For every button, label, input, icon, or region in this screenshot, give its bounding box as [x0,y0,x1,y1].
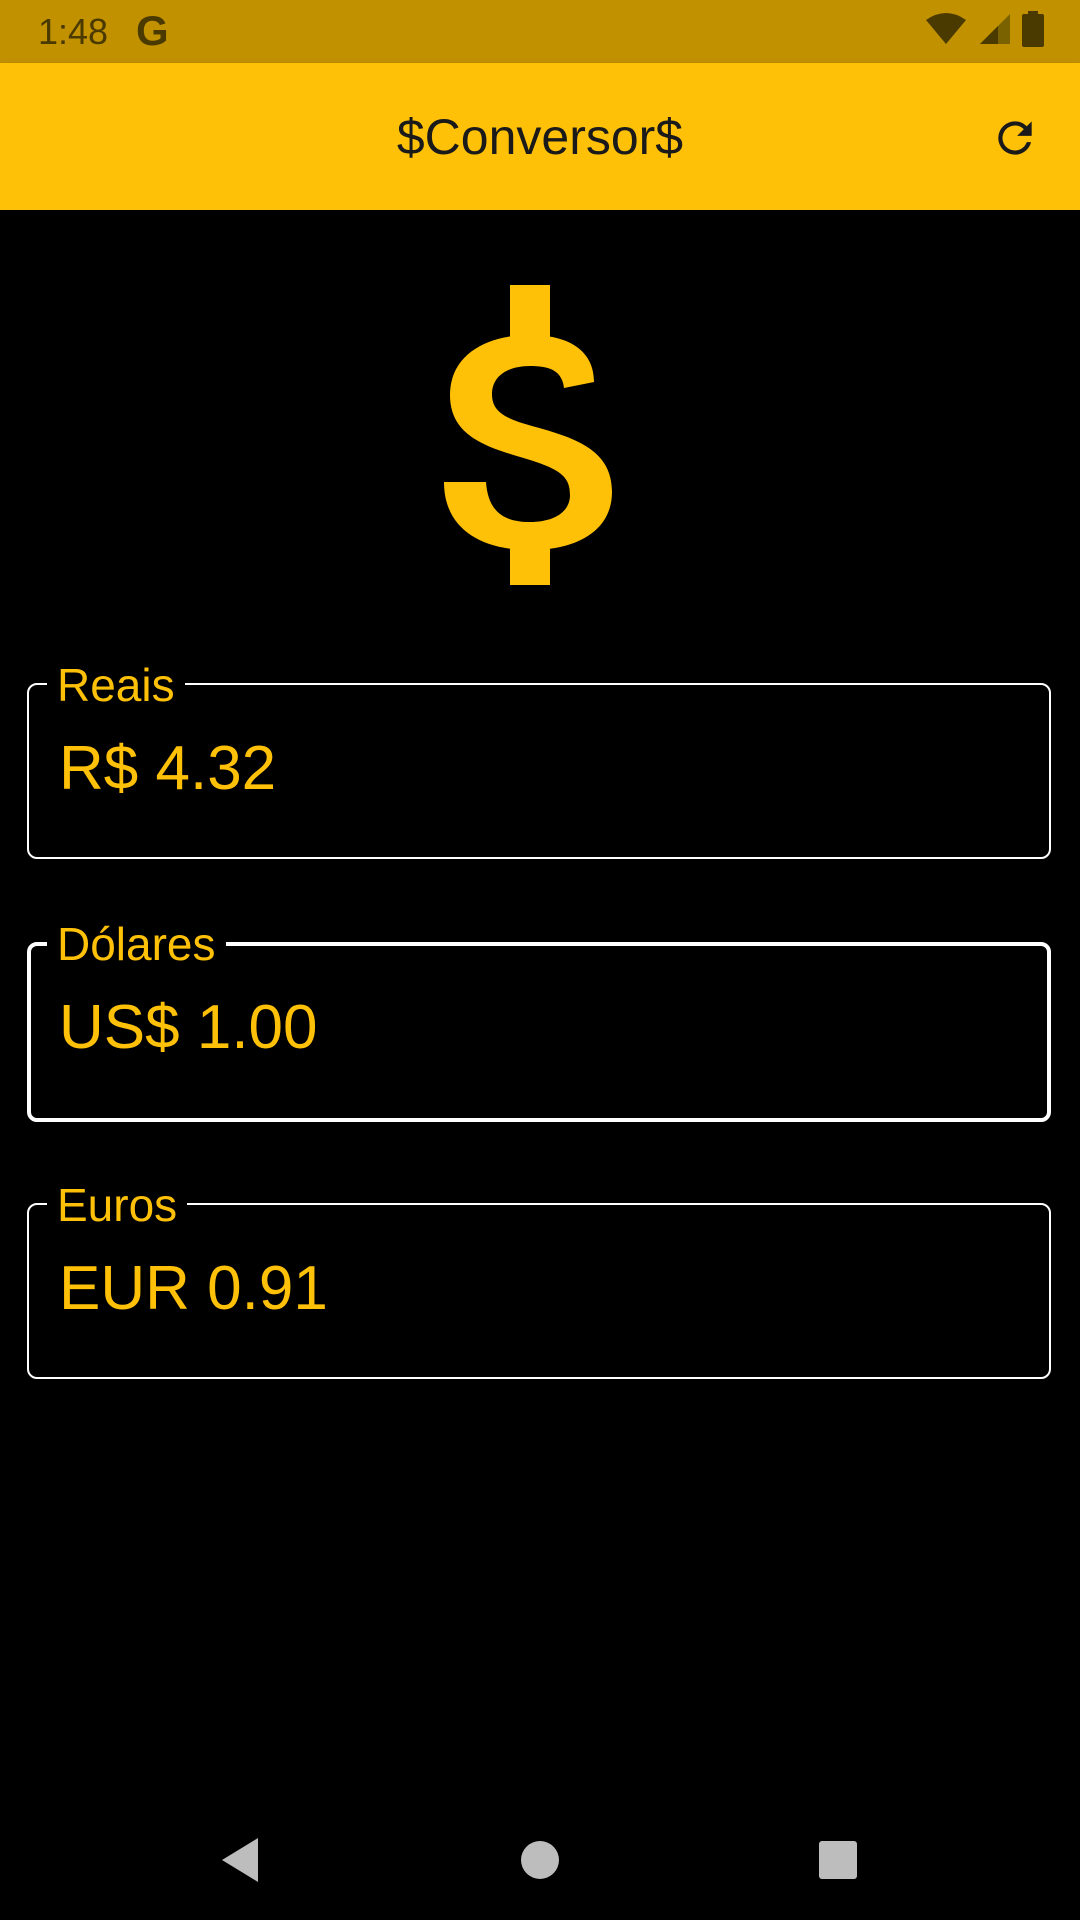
status-time: 1:48 [38,11,109,52]
home-button[interactable] [510,1830,570,1890]
navigation-bar [0,1800,1080,1920]
back-button[interactable] [210,1830,270,1890]
home-icon [521,1841,559,1879]
recents-button[interactable] [808,1830,868,1890]
dolares-field-label: Dólares [47,918,226,970]
reais-field-label: Reais [47,659,185,711]
signal-icon [978,12,1012,51]
reais-field[interactable]: Reais R$ 4.32 [27,659,1051,859]
google-icon: G [136,7,169,54]
reais-field-value[interactable]: R$ 4.32 [59,733,276,805]
euros-field-value[interactable]: EUR 0.91 [59,1253,328,1325]
wifi-icon [924,12,968,51]
dolares-field-value[interactable]: US$ 1.00 [59,992,318,1064]
euros-field[interactable]: Euros EUR 0.91 [27,1179,1051,1379]
refresh-icon [998,121,1032,155]
back-icon [222,1838,258,1882]
recents-icon [819,1841,857,1879]
battery-icon [1022,10,1044,52]
status-icons [924,10,1044,52]
app-bar: $Conversor$ [0,63,1080,210]
status-bar: 1:48 G [0,0,1080,63]
dolares-field[interactable]: Dólares US$ 1.00 [27,918,1051,1122]
app-title: $Conversor$ [396,109,684,165]
euros-field-label: Euros [47,1179,188,1231]
refresh-button[interactable] [980,103,1050,173]
dollar-sign-icon [430,280,630,590]
app-screen: 1:48 G $Conversor$ Reais R$ 4.32 Dólares… [0,0,1080,1920]
